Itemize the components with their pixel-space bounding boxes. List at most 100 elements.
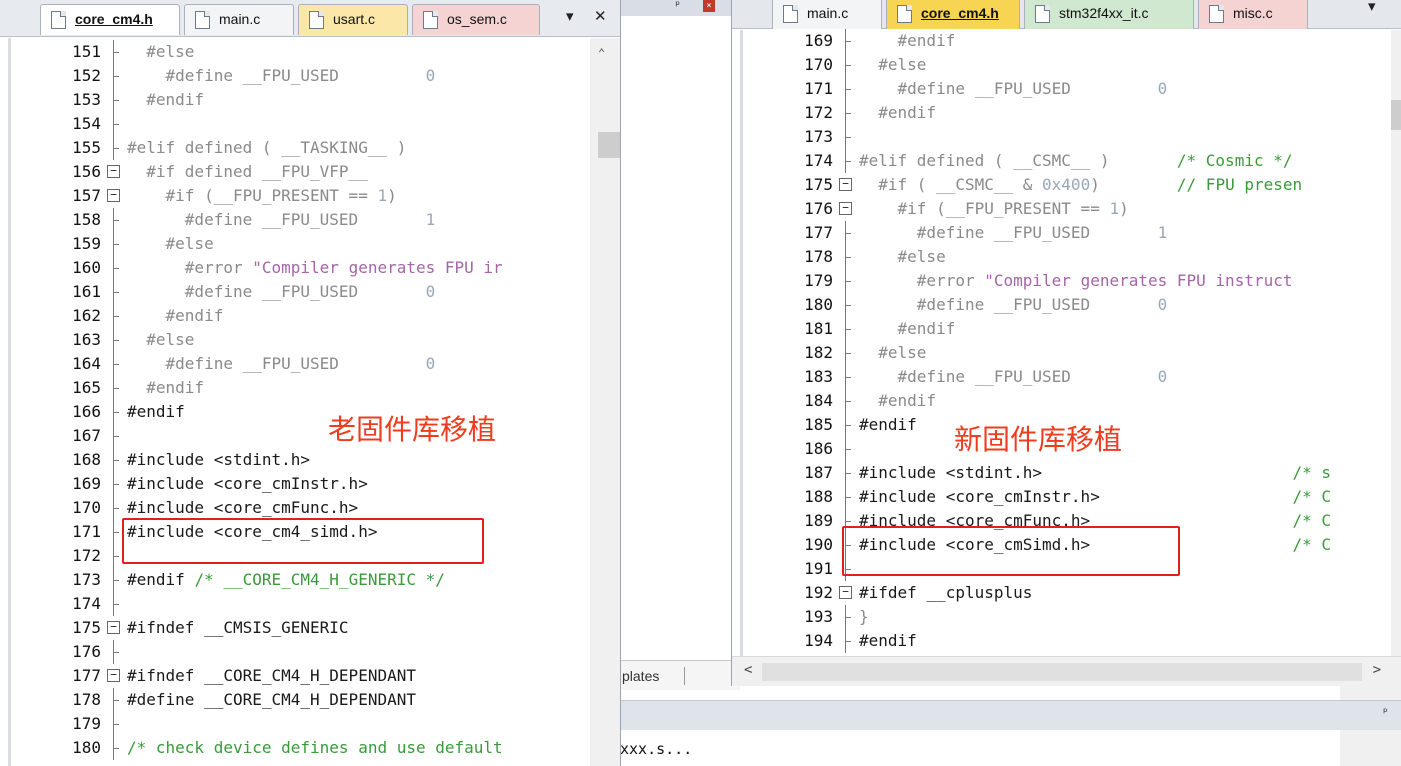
fold-toggle-icon[interactable]: − (839, 586, 852, 599)
code-token: #error (127, 258, 253, 277)
code-line[interactable]: 156− #if defined __FPU_VFP__ (11, 160, 620, 184)
code-editor[interactable]: 151 #else 152 #define __FPU_USED 0 153 #en… (8, 38, 620, 766)
scroll-up-icon[interactable]: ⌃ (598, 46, 605, 60)
code-line[interactable]: 178 #else (743, 245, 1401, 269)
scrollbar-thumb[interactable] (598, 132, 620, 158)
tab-usart-c[interactable]: usart.c (298, 4, 408, 35)
templates-tab[interactable]: plates (622, 668, 659, 684)
pin-icon[interactable]: ᵖ (674, 0, 681, 12)
close-tab-icon[interactable]: ✕ (594, 7, 607, 25)
code-token: #endif (127, 90, 205, 109)
tab-stm32f4xx-it-c[interactable]: stm32f4xx_it.c (1024, 0, 1194, 29)
code-line[interactable]: 175− #ifndef __CMSIS_GENERIC (11, 616, 620, 640)
tab-core-cm4-h[interactable]: core_cm4.h (886, 0, 1020, 29)
code-line[interactable]: 177− #ifndef __CORE_CM4_H_DEPENDANT (11, 664, 620, 688)
code-line[interactable]: 166 #endif (11, 400, 620, 424)
fold-toggle-icon[interactable]: − (107, 669, 120, 682)
code-line[interactable]: 163 #else (11, 328, 620, 352)
tab-main-c[interactable]: main.c (184, 4, 294, 35)
code-line[interactable]: 174 (11, 592, 620, 616)
fold-toggle-icon[interactable]: − (107, 165, 120, 178)
tab-main-c[interactable]: main.c (772, 0, 882, 29)
fold-guide-tick (113, 580, 119, 581)
code-line[interactable]: 173 #endif /* __CORE_CM4_H_GENERIC */ (11, 568, 620, 592)
code-line[interactable]: 155 #elif defined ( __TASKING__ ) (11, 136, 620, 160)
vertical-scrollbar[interactable]: ⌃ (590, 38, 620, 766)
code-token: 1 (1157, 223, 1168, 242)
code-line[interactable]: 167 (11, 424, 620, 448)
line-number: 191 (804, 559, 833, 578)
fold-toggle-icon[interactable]: − (839, 202, 852, 215)
file-icon (783, 5, 798, 23)
code-line[interactable]: 176 (11, 640, 620, 664)
code-line[interactable]: 171 #define __FPU_USED 0 (743, 77, 1401, 101)
tab-misc-c[interactable]: misc.c (1198, 0, 1308, 29)
code-line[interactable]: 170 #else (743, 53, 1401, 77)
code-line[interactable]: 179 (11, 712, 620, 736)
code-line[interactable]: 168 #include <stdint.h> (11, 448, 620, 472)
code-line[interactable]: 181 #endif (743, 317, 1401, 341)
tab-os-sem-c[interactable]: os_sem.c (412, 4, 540, 35)
code-line[interactable]: 175− #if ( __CSMC__ & 0x400) // FPU pres… (743, 173, 1401, 197)
code-line[interactable]: 187 #include <stdint.h> /* s (743, 461, 1401, 485)
scrollbar-thumb[interactable] (762, 663, 1362, 681)
left-tab-bar: core_cm4.h main.c usart.c os_sem.c ▾ ✕ (0, 0, 620, 37)
fold-guide-tick (845, 233, 851, 234)
fold-toggle-icon[interactable]: − (107, 621, 120, 634)
tab-core-cm4-h[interactable]: core_cm4.h (40, 4, 180, 35)
code-line[interactable]: 180 /* check device defines and use defau… (11, 736, 620, 760)
code-line[interactable]: 165 #endif (11, 376, 620, 400)
code-line[interactable]: 182 #else (743, 341, 1401, 365)
code-line[interactable]: 169 #include <core_cmInstr.h> (11, 472, 620, 496)
code-line[interactable]: 170 #include <core_cmFunc.h> (11, 496, 620, 520)
code-line[interactable]: 188 #include <core_cmInstr.h> /* C (743, 485, 1401, 509)
code-line[interactable]: 154 (11, 112, 620, 136)
code-editor[interactable]: 169 #endif 170 #else 171 #define __FPU_USE… (740, 29, 1401, 686)
code-line[interactable]: 153 #endif (11, 88, 620, 112)
code-line[interactable]: 160 #error "Compiler generates FPU ir (11, 256, 620, 280)
code-line[interactable]: 183 #define __FPU_USED 0 (743, 365, 1401, 389)
code-line[interactable]: 161 #define __FPU_USED 0 (11, 280, 620, 304)
code-token: #ifdef __cplusplus (859, 583, 1033, 602)
fold-toggle-icon[interactable]: − (107, 189, 120, 202)
line-number: 184 (804, 391, 833, 410)
code-line[interactable]: 180 #define __FPU_USED 0 (743, 293, 1401, 317)
close-icon[interactable]: × (703, 0, 715, 12)
code-line[interactable]: 152 #define __FPU_USED 0 (11, 64, 620, 88)
code-line[interactable]: 176− #if (__FPU_PRESENT == 1) (743, 197, 1401, 221)
code-line[interactable]: 173 (743, 125, 1401, 149)
line-number: 181 (804, 319, 833, 338)
code-line[interactable]: 184 #endif (743, 389, 1401, 413)
code-line[interactable]: 164 #define __FPU_USED 0 (11, 352, 620, 376)
code-token: 1 (377, 186, 388, 205)
tab-list-dropdown-icon[interactable]: ▾ (566, 7, 574, 25)
scroll-right-icon[interactable]: > (1373, 662, 1381, 678)
horizontal-scrollbar[interactable]: < > (732, 656, 1401, 686)
scroll-left-icon[interactable]: < (744, 662, 752, 678)
code-token: #endif (859, 31, 956, 50)
code-line[interactable]: 192− #ifdef __cplusplus (743, 581, 1401, 605)
code-line[interactable]: 179 #error "Compiler generates FPU instr… (743, 269, 1401, 293)
file-icon (1209, 5, 1224, 23)
code-line[interactable]: 151 #else (11, 40, 620, 64)
code-line[interactable]: 158 #define __FPU_USED 1 (11, 208, 620, 232)
code-line[interactable]: 157− #if (__FPU_PRESENT == 1) (11, 184, 620, 208)
code-line[interactable]: 177 #define __FPU_USED 1 (743, 221, 1401, 245)
code-line[interactable]: 194 #endif (743, 629, 1401, 653)
vertical-scrollbar[interactable] (1391, 30, 1401, 656)
code-text: #define __FPU_USED 0 (127, 352, 436, 376)
code-line[interactable]: 193} (743, 605, 1401, 629)
line-number: 174 (72, 594, 101, 613)
code-line[interactable]: 178 #define __CORE_CM4_H_DEPENDANT (11, 688, 620, 712)
code-line[interactable]: 159 #else (11, 232, 620, 256)
code-line[interactable]: 169 #endif (743, 29, 1401, 53)
code-line[interactable]: 162 #endif (11, 304, 620, 328)
tab-list-dropdown-icon[interactable]: ▾ (1368, 0, 1376, 15)
code-line[interactable]: 174 #elif defined ( __CSMC__ ) /* Cosmic … (743, 149, 1401, 173)
pin-icon[interactable]: ᵖ (1382, 705, 1389, 719)
code-token: #ifndef __CORE_CM4_H_DEPENDANT (127, 666, 416, 685)
scrollbar-thumb[interactable] (1391, 100, 1401, 130)
code-line[interactable]: 172 #endif (743, 101, 1401, 125)
fold-toggle-icon[interactable]: − (839, 178, 852, 191)
code-text: #define __FPU_USED 1 (127, 208, 435, 232)
